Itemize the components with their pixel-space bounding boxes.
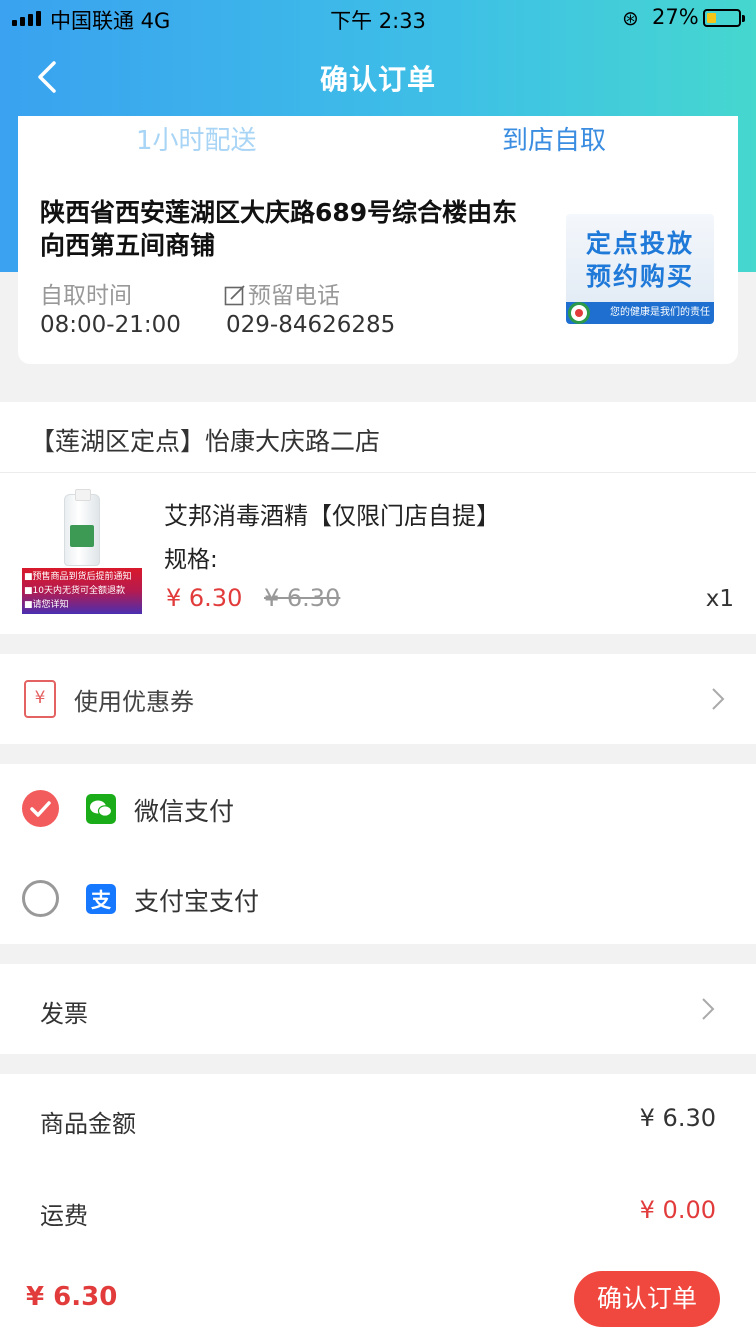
promo-line1: 定点投放 bbox=[585, 229, 694, 258]
chevron-right-icon bbox=[702, 998, 715, 1020]
clock: 下午 2:33 bbox=[330, 9, 426, 33]
notice-line: ■请您详知 bbox=[24, 600, 69, 610]
pickup-time-label: 自取时间 bbox=[40, 283, 132, 309]
notice-line: ■预售商品到货后提前通知 bbox=[24, 572, 132, 582]
store-section: 【莲湖区定点】怡康大庆路二店 ■预售商品到货后提前通知 ■10天内无货可全额退款… bbox=[0, 402, 756, 634]
invoice-label: 发票 bbox=[40, 1000, 88, 1028]
invoice-row[interactable]: 发票 bbox=[0, 964, 756, 1054]
notice-line: ■10天内无货可全额退款 bbox=[24, 586, 125, 596]
product-image[interactable]: ■预售商品到货后提前通知 ■10天内无货可全额退款 ■请您详知 bbox=[22, 489, 142, 616]
coupon-label: 使用优惠券 bbox=[74, 688, 194, 716]
tab-delivery[interactable]: 1小时配送 bbox=[136, 120, 257, 157]
total-price: ¥ 6.30 bbox=[26, 1282, 118, 1312]
wechat-pay-label[interactable]: 微信支付 bbox=[134, 792, 234, 828]
svg-text:支: 支 bbox=[91, 888, 112, 912]
shipping-label: 运费 bbox=[40, 1202, 88, 1230]
check-icon bbox=[30, 801, 51, 817]
alipay-icon: 支 bbox=[86, 884, 116, 914]
wechat-pay-radio[interactable] bbox=[22, 790, 59, 827]
goods-amount-label: 商品金额 bbox=[40, 1110, 136, 1138]
store-name: 【莲湖区定点】怡康大庆路二店 bbox=[30, 427, 381, 456]
product-quantity: x1 bbox=[705, 586, 734, 612]
phone-label-group[interactable]: 预留电话 bbox=[224, 276, 340, 310]
wechat-pay-icon bbox=[86, 794, 116, 824]
product-spec: 规格: bbox=[164, 547, 218, 573]
confirm-order-button[interactable]: 确认订单 bbox=[574, 1271, 720, 1327]
product-price: ¥ 6.30 bbox=[166, 584, 243, 612]
battery-icon bbox=[703, 9, 745, 27]
product-name[interactable]: 艾邦消毒酒精【仅限门店自提】 bbox=[164, 496, 500, 531]
payment-section: 微信支付 支 支付宝支付 bbox=[0, 764, 756, 944]
orientation-lock-icon: ⊛ bbox=[622, 6, 639, 30]
coupon-icon: ¥ bbox=[24, 680, 56, 718]
phone-label: 预留电话 bbox=[248, 283, 340, 309]
promo-badge: 定点投放 预约购买 您的健康是我们的责任 bbox=[566, 214, 714, 324]
alipay-radio[interactable] bbox=[22, 880, 59, 917]
delivery-card: 1小时配送 到店自取 陕西省西安莲湖区大庆路689号综合楼由东向西第五间商铺 自… bbox=[18, 116, 738, 364]
coupon-row[interactable]: ¥ 使用优惠券 bbox=[0, 654, 756, 744]
promo-logo-icon bbox=[568, 302, 590, 324]
divider bbox=[0, 472, 756, 473]
edit-icon bbox=[224, 285, 245, 306]
phone-value: 029-84626285 bbox=[226, 312, 396, 338]
pickup-time-value: 08:00-21:00 bbox=[40, 312, 181, 338]
status-bar: 中国联通 4G 下午 2:33 ⊛ 27% bbox=[0, 0, 756, 36]
presale-notice: ■预售商品到货后提前通知 ■10天内无货可全额退款 ■请您详知 bbox=[22, 568, 142, 614]
goods-amount-value: ¥ 6.30 bbox=[639, 1104, 716, 1132]
tab-pickup[interactable]: 到店自取 bbox=[502, 120, 606, 157]
page-title: 确认订单 bbox=[319, 63, 436, 96]
product-original-price: ¥ 6.30 bbox=[264, 584, 341, 612]
shipping-value: ¥ 0.00 bbox=[639, 1196, 716, 1224]
promo-line2: 预约购买 bbox=[585, 262, 694, 291]
store-address: 陕西省西安莲湖区大庆路689号综合楼由东向西第五间商铺 bbox=[40, 198, 518, 260]
chevron-right-icon bbox=[712, 688, 725, 710]
bottle-icon bbox=[64, 489, 100, 566]
alipay-label[interactable]: 支付宝支付 bbox=[134, 882, 259, 918]
battery-percent: 27% bbox=[652, 5, 699, 29]
